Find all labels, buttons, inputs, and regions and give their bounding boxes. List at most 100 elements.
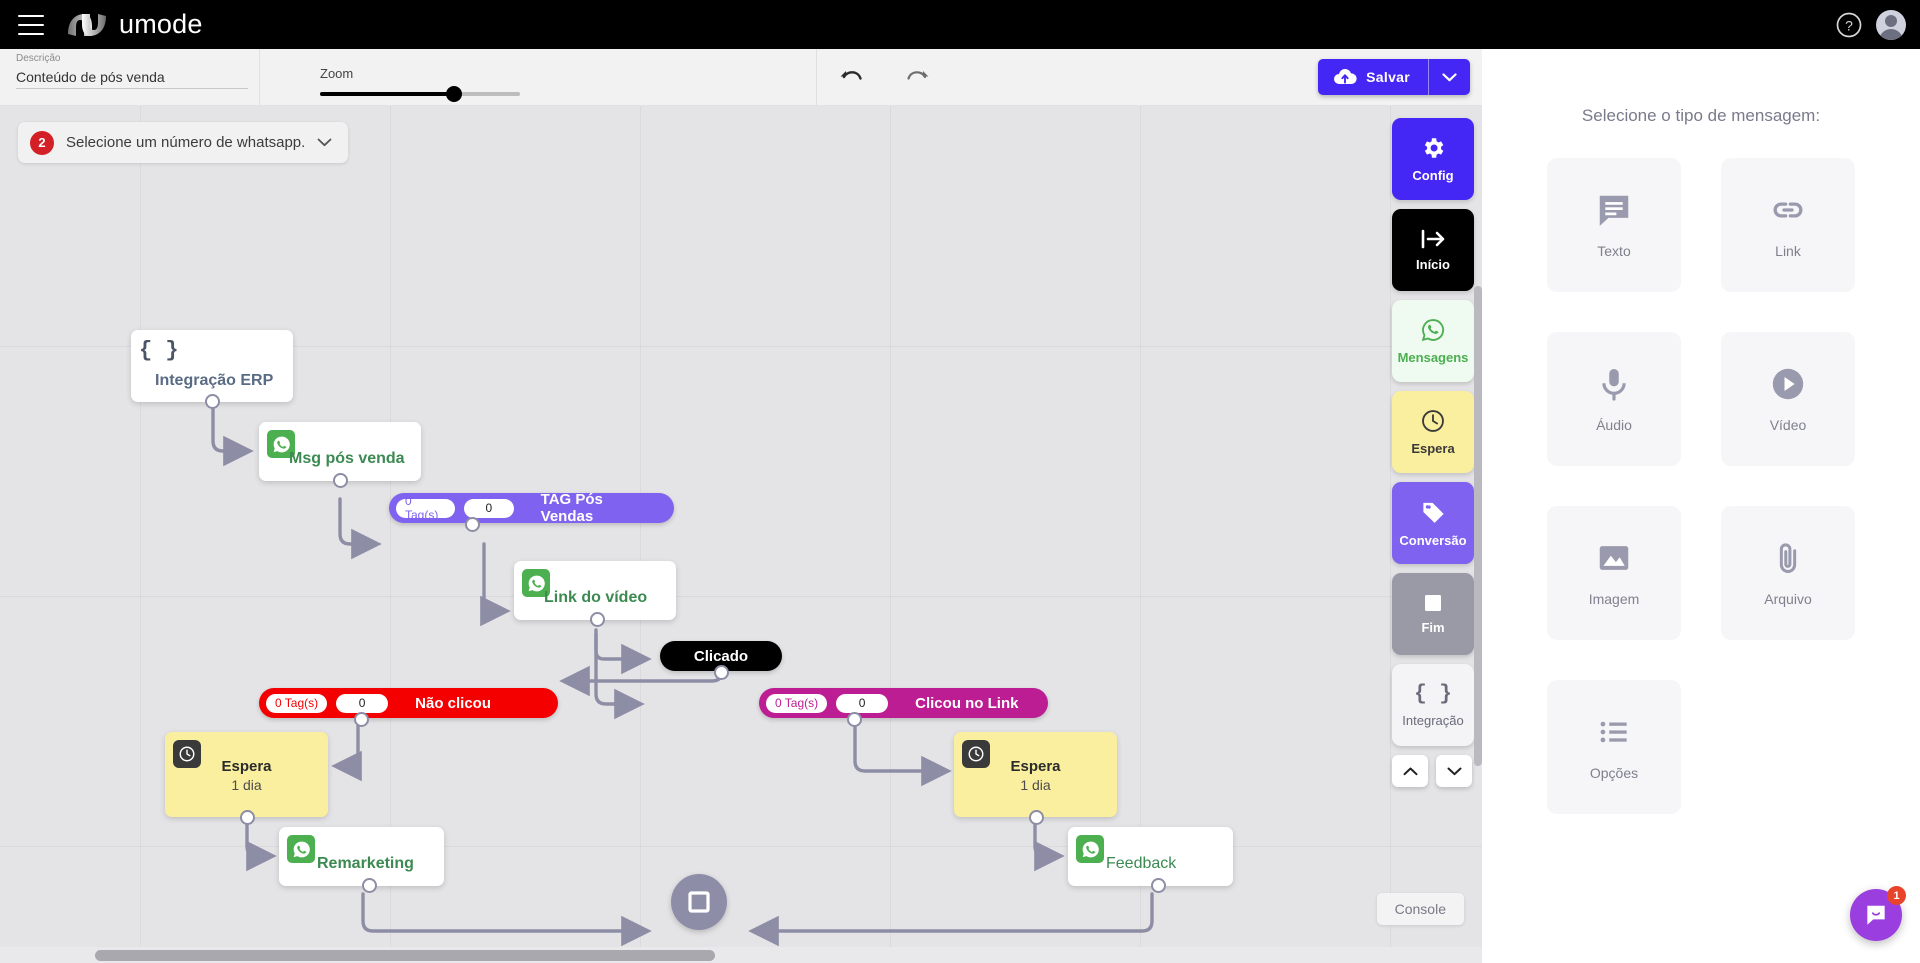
user-avatar[interactable] xyxy=(1876,9,1906,40)
message-type-audio[interactable]: Áudio xyxy=(1547,332,1681,466)
node-output-handle[interactable] xyxy=(205,394,220,409)
message-type-panel: Selecione o tipo de mensagem: Texto Link xyxy=(1482,49,1920,963)
save-dropdown-button[interactable] xyxy=(1428,59,1470,95)
gear-icon xyxy=(1424,138,1444,158)
palette-label: Fim xyxy=(1421,620,1445,635)
whatsapp-number-selector[interactable]: 2 Selecione um número de whatsapp. xyxy=(18,122,349,163)
message-type-link[interactable]: Link xyxy=(1721,158,1855,292)
node-link-do-video[interactable]: Link do vídeo xyxy=(514,561,676,627)
clock-icon xyxy=(962,740,990,768)
link-icon xyxy=(1773,202,1803,218)
chevron-down-icon xyxy=(1442,72,1457,81)
description-input[interactable] xyxy=(16,65,248,89)
editor-toolbar: Descrição Zoom xyxy=(0,49,1482,106)
message-type-arquivo[interactable]: Arquivo xyxy=(1721,506,1855,640)
braces-icon: { } xyxy=(1414,682,1452,706)
node-integracao-erp[interactable]: { } Integração ERP xyxy=(131,330,293,409)
node-clicou-no-link[interactable]: 0 Tag(s) 0 Clicou no Link xyxy=(759,688,1048,727)
redo-button[interactable] xyxy=(901,61,935,95)
stop-square-icon xyxy=(688,891,710,913)
palette-item-inicio[interactable]: Início xyxy=(1392,209,1474,291)
node-label: Link do vídeo xyxy=(544,589,648,606)
flow-canvas[interactable]: 2 Selecione um número de whatsapp. { } I… xyxy=(0,106,1482,963)
zoom-label: Zoom xyxy=(320,66,354,81)
description-label: Descrição xyxy=(16,53,61,64)
console-button[interactable]: Console xyxy=(1376,893,1464,925)
help-circle-icon[interactable]: ? xyxy=(1836,12,1862,38)
node-fim[interactable] xyxy=(671,874,727,930)
palette-item-mensagens[interactable]: Mensagens xyxy=(1392,300,1474,382)
save-button-group: Salvar xyxy=(1318,59,1470,95)
node-msg-pos-venda[interactable]: Msg pós venda xyxy=(259,422,421,488)
message-type-video[interactable]: Vídeo xyxy=(1721,332,1855,466)
node-sublabel: 1 dia xyxy=(231,777,262,793)
description-cell: Descrição xyxy=(0,49,260,106)
tag-value: 0 xyxy=(836,693,889,713)
undo-cell xyxy=(817,49,884,106)
horizontal-scrollbar[interactable] xyxy=(0,947,1482,963)
brand-logo: umode xyxy=(66,9,203,40)
hamburger-icon[interactable] xyxy=(18,14,44,35)
image-icon xyxy=(1599,546,1629,570)
palette-item-config[interactable]: Config xyxy=(1392,118,1474,200)
tag-value: 0 xyxy=(464,498,514,518)
node-output-handle[interactable] xyxy=(1151,878,1166,893)
umode-mark-icon xyxy=(68,13,106,36)
node-label: Integração ERP xyxy=(155,372,274,389)
node-remarketing[interactable]: Remarketing xyxy=(279,827,444,893)
stop-square-icon xyxy=(1425,595,1441,611)
panel-title: Selecione o tipo de mensagem: xyxy=(1581,106,1821,125)
scroll-down-button[interactable] xyxy=(1436,755,1472,787)
message-type-label: Imagem xyxy=(1588,591,1640,607)
whatsapp-selector-count: 2 xyxy=(30,130,54,155)
scroll-up-button[interactable] xyxy=(1392,755,1428,787)
message-type-opcoes[interactable]: Opções xyxy=(1547,680,1681,814)
vertical-scrollbar[interactable] xyxy=(1474,106,1482,963)
node-output-handle[interactable] xyxy=(1029,810,1044,825)
zoom-slider-thumb[interactable] xyxy=(446,86,462,102)
brand-name: umode xyxy=(119,9,203,39)
node-output-handle[interactable] xyxy=(240,810,255,825)
palette-item-fim[interactable]: Fim xyxy=(1392,573,1474,655)
node-feedback[interactable]: Feedback xyxy=(1068,827,1233,893)
node-output-handle[interactable] xyxy=(354,712,369,727)
chevron-down-icon xyxy=(317,138,332,147)
node-espera-direita[interactable]: Espera 1 dia xyxy=(954,732,1117,825)
node-output-handle[interactable] xyxy=(590,612,605,627)
palette-label: Conversão xyxy=(1399,532,1467,548)
tag-count-badge: 0 Tag(s) xyxy=(266,693,328,713)
tag-icon xyxy=(1422,502,1444,523)
horizontal-scrollbar-thumb[interactable] xyxy=(95,950,715,961)
save-button[interactable]: Salvar xyxy=(1318,59,1428,95)
message-type-texto[interactable]: Texto xyxy=(1547,158,1681,292)
vertical-scrollbar-thumb[interactable] xyxy=(1474,286,1482,766)
palette-item-integracao[interactable]: { } Integração xyxy=(1392,664,1474,746)
top-bar: umode ? xyxy=(0,0,1920,49)
node-espera-esquerda[interactable]: Espera 1 dia xyxy=(165,732,328,825)
node-output-handle[interactable] xyxy=(847,712,862,727)
chevron-down-icon xyxy=(1447,767,1461,775)
flow-connectors xyxy=(211,400,1154,947)
chevron-up-icon xyxy=(1403,767,1417,775)
node-tag-pos-vendas[interactable]: 0 Tag(s) 0 TAG Pós Vendas xyxy=(389,491,674,532)
zoom-slider[interactable] xyxy=(320,85,520,103)
zoom-slider-track xyxy=(454,92,520,96)
palette-label: Integração xyxy=(1402,712,1464,728)
node-output-handle[interactable] xyxy=(465,517,480,532)
message-type-label: Texto xyxy=(1597,243,1631,259)
node-label: Feedback xyxy=(1106,855,1177,872)
palette-item-conversao[interactable]: Conversão xyxy=(1392,482,1474,564)
node-clicado[interactable]: Clicado xyxy=(660,641,782,680)
palette-label: Espera xyxy=(1411,441,1455,456)
palette-item-espera[interactable]: Espera xyxy=(1392,391,1474,473)
message-type-label: Áudio xyxy=(1596,417,1632,433)
message-type-imagem[interactable]: Imagem xyxy=(1547,506,1681,640)
node-nao-clicou[interactable]: 0 Tag(s) 0 Não clicou xyxy=(259,688,558,727)
node-output-handle[interactable] xyxy=(714,665,729,680)
node-output-handle[interactable] xyxy=(362,878,377,893)
tag-count-badge: 0 Tag(s) xyxy=(766,693,828,713)
node-output-handle[interactable] xyxy=(333,473,348,488)
whatsapp-icon xyxy=(287,835,315,863)
node-label: Clicou no Link xyxy=(915,694,1019,712)
undo-button[interactable] xyxy=(834,61,868,95)
